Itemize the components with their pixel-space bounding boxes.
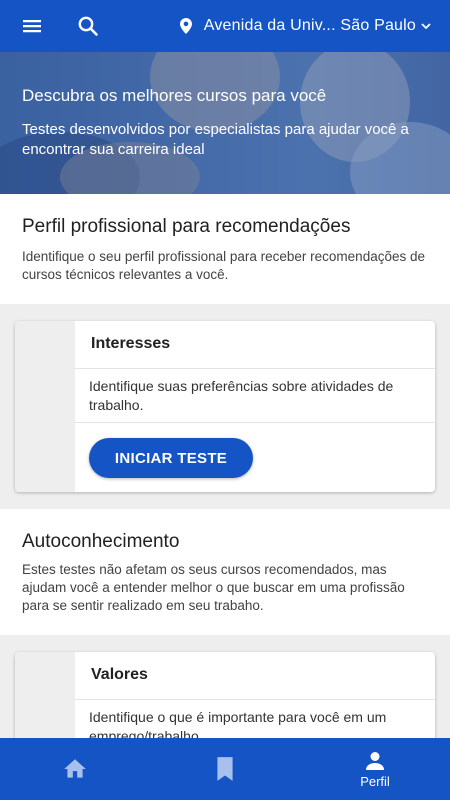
bookmark-icon (217, 757, 233, 781)
profile-section: Perfil profissional para recomendações I… (0, 194, 450, 304)
hero-title: Descubra os melhores cursos para você (22, 86, 327, 105)
nav-item-home[interactable] (0, 738, 150, 800)
interests-card-title: Interesses (91, 335, 171, 352)
menu-button[interactable] (0, 0, 64, 52)
start-test-button[interactable]: INICIAR TESTE (89, 438, 253, 478)
location-selector[interactable]: Avenida da Univ... São Paulo (179, 0, 432, 52)
profile-section-description: Identifique o seu perfil profissional pa… (22, 249, 425, 282)
app-bar: Avenida da Univ... São Paulo (0, 0, 450, 52)
search-icon (78, 16, 98, 36)
interests-card: Interesses Identifique suas preferências… (15, 321, 435, 492)
location-pin-icon (179, 18, 192, 34)
menu-icon (23, 20, 41, 33)
card-divider (75, 699, 435, 700)
bottom-navigation: Perfil (0, 738, 450, 800)
selfknowledge-section-title: Autoconhecimento (22, 531, 180, 552)
hero-banner: Descubra os melhores cursos para você Te… (0, 52, 450, 194)
search-button[interactable] (64, 0, 112, 52)
home-icon (64, 759, 86, 778)
chevron-down-icon (420, 20, 432, 32)
nav-item-profile[interactable]: Perfil (300, 738, 450, 800)
card-divider (75, 422, 435, 423)
card-image-placeholder (15, 321, 75, 492)
hero-subtitle: Testes desenvolvidos por especialistas p… (22, 121, 409, 158)
interests-card-description: Identifique suas preferências sobre ativ… (89, 378, 394, 413)
nav-item-profile-label: Perfil (360, 774, 390, 789)
values-card-title: Valores (91, 666, 148, 683)
person-icon (366, 752, 384, 770)
location-text: Avenida da Univ... São Paulo (203, 17, 416, 34)
card-divider (75, 368, 435, 369)
profile-section-title: Perfil profissional para recomendações (22, 216, 351, 237)
nav-item-saved[interactable] (150, 738, 300, 800)
selfknowledge-section: Autoconhecimento Estes testes não afetam… (0, 509, 450, 635)
selfknowledge-section-description: Estes testes não afetam os seus cursos r… (22, 562, 405, 613)
